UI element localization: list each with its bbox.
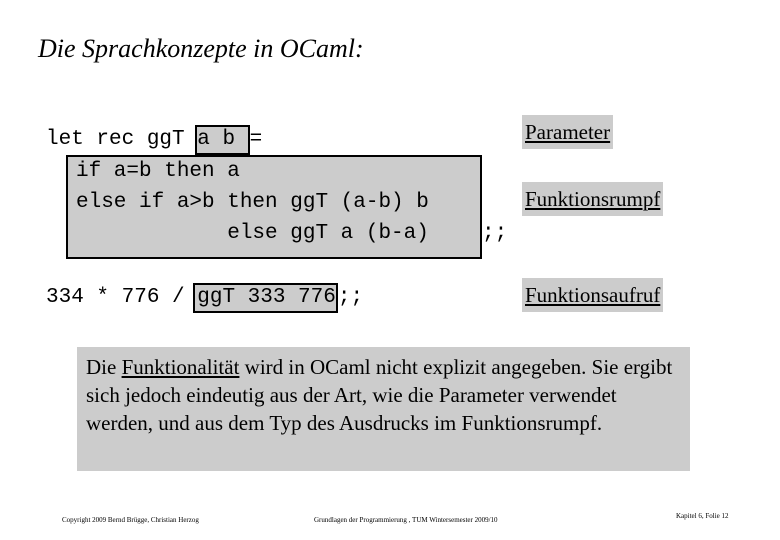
explanation-keyword: Funktionalität — [121, 355, 240, 379]
code-body: if a=b then a else if a>b then ggT (a-b) … — [76, 156, 429, 249]
footer-course: Grundlagen der Programmierung , TUM Wint… — [314, 516, 498, 524]
explanation-box: Die Funktionalität wird in OCaml nicht e… — [77, 347, 690, 471]
function-call-label: Funktionsaufruf — [522, 278, 664, 312]
parameter-highlight: a b — [195, 125, 250, 155]
code-body-terminator: ;; — [482, 222, 508, 245]
code-let-rec: let rec ggT — [46, 128, 198, 151]
code-call-terminator: ;; — [337, 286, 364, 309]
code-body-line: else if a>b then ggT (a-b) b — [76, 191, 429, 214]
code-body-line: else ggT a (b-a) — [76, 222, 429, 245]
explanation-lead: Die — [86, 355, 122, 379]
code-body-line: if a=b then a — [76, 160, 240, 183]
code-line-call: 334 * 776 / ggT 333 776;; — [46, 282, 363, 313]
code-line-definition: let rec ggT a b = — [46, 124, 262, 155]
parameter-label: Parameter — [522, 115, 614, 149]
function-body-label: Funktionsrumpf — [522, 182, 664, 216]
slide-title: Die Sprachkonzepte in OCaml: — [38, 34, 364, 63]
function-call-highlight: ggT 333 776 — [193, 283, 338, 313]
footer-copyright: Copyright 2009 Bernd Brügge, Christian H… — [62, 516, 199, 524]
code-equals: = — [249, 128, 263, 151]
code-call-prefix: 334 * 776 / — [46, 286, 198, 309]
footer-page-number: Kapitel 6, Folie 12 — [676, 512, 729, 520]
